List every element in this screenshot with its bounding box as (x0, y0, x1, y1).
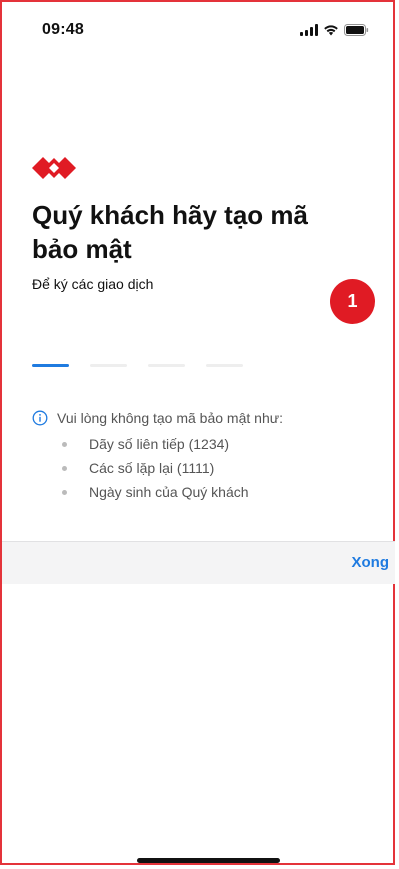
hint-title: Vui lòng không tạo mã bảo mật như: (57, 410, 283, 426)
pin-digit-slot (32, 364, 69, 367)
bank-logo-icon (32, 154, 76, 187)
status-time: 09:48 (42, 21, 84, 38)
pin-digit-slot (90, 364, 127, 367)
bullet-icon (62, 490, 67, 495)
pin-digit-slot (148, 364, 185, 367)
hint-item-text: Dãy số liên tiếp (1234) (89, 436, 230, 452)
status-bar: 09:48 (10, 18, 389, 44)
page-subtitle: Để ký các giao dịch (32, 276, 154, 292)
hint-list: Dãy số liên tiếp (1234) Các số lặp lại (… (62, 434, 249, 506)
done-button[interactable]: Xong (352, 554, 390, 571)
step-badge: 1 (330, 279, 375, 324)
pin-input[interactable] (32, 364, 243, 367)
home-indicator (137, 858, 280, 863)
hint-item-text: Các số lặp lại (1111) (89, 460, 215, 476)
keyboard-toolbar: Xong (2, 541, 395, 584)
info-icon (32, 410, 48, 429)
status-icons (300, 24, 369, 36)
battery-icon (344, 24, 369, 36)
page-title: Quý khách hãy tạo mã bảo mật (32, 200, 308, 264)
screen-frame (0, 0, 395, 865)
list-item: Các số lặp lại (1111) (62, 458, 249, 482)
cellular-signal-icon (300, 24, 318, 36)
list-item: Dãy số liên tiếp (1234) (62, 434, 249, 458)
wifi-icon (323, 24, 339, 36)
list-item: Ngày sinh của Quý khách (62, 482, 249, 506)
hint-item-text: Ngày sinh của Quý khách (89, 484, 249, 500)
bullet-icon (62, 466, 67, 471)
bullet-icon (62, 442, 67, 447)
pin-digit-slot (206, 364, 243, 367)
